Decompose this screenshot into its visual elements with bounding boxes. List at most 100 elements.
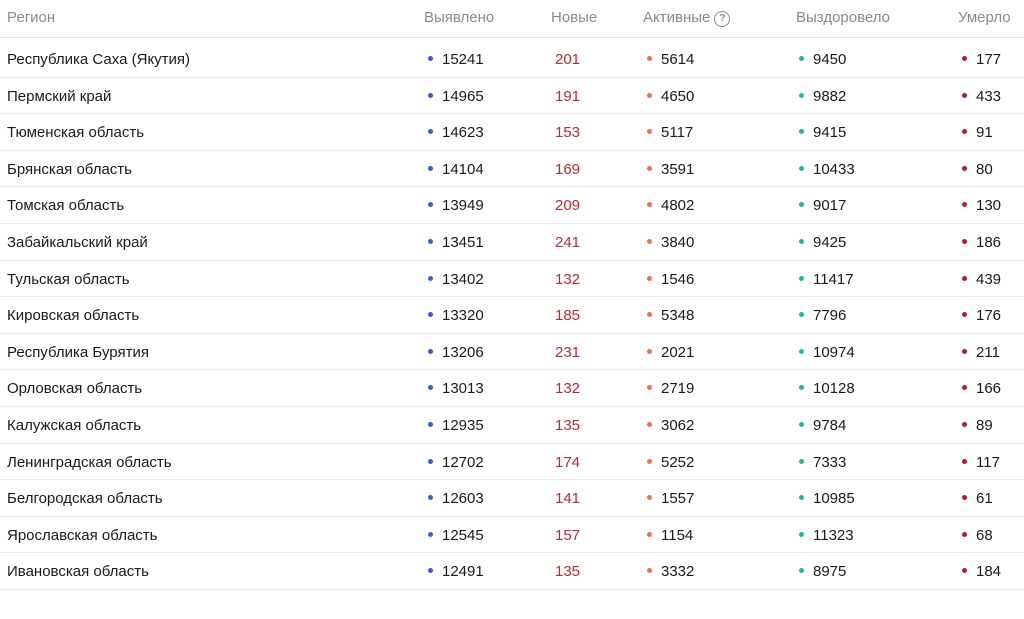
cell-recovered: 9784 [799, 417, 846, 434]
cell-active: 2021 [647, 344, 694, 361]
active-dot-icon [647, 129, 652, 135]
recovered-value: 9425 [813, 233, 847, 251]
died-dot-icon [962, 385, 967, 391]
cell-recovered: 9450 [799, 51, 846, 68]
table-row[interactable]: Кировская область 13320 185 5348 7796 176 [0, 297, 1024, 334]
table-row[interactable]: Тюменская область 14623 153 5117 9415 91 [0, 114, 1024, 151]
recovered-value: 7796 [813, 307, 847, 325]
active-dot-icon [647, 348, 652, 354]
died-dot-icon [962, 458, 967, 464]
found-dot-icon [428, 165, 433, 171]
cell-new: 135 [555, 563, 581, 581]
region-name: Забайкальский край [7, 233, 148, 251]
cell-recovered: 7796 [799, 307, 846, 324]
table-header: Регион Выявлено Новые Активные? Выздоров… [0, 0, 1024, 38]
died-value: 166 [976, 380, 1002, 398]
died-dot-icon [962, 165, 967, 171]
region-name: Томская область [7, 197, 125, 215]
found-dot-icon [428, 495, 433, 501]
header-new[interactable]: Новые [551, 9, 597, 27]
table-row[interactable]: Ивановская область 12491 135 3332 8975 184 [0, 553, 1024, 590]
cell-found: 14965 [428, 88, 484, 105]
cell-died: 117 [962, 454, 1000, 471]
active-value: 1154 [661, 526, 694, 544]
died-value: 176 [976, 307, 1002, 325]
found-dot-icon [428, 56, 433, 61]
table-row[interactable]: Калужская область 12935 135 3062 9784 89 [0, 407, 1024, 444]
found-value: 13013 [442, 380, 484, 398]
cell-recovered: 10128 [799, 380, 855, 397]
cell-recovered: 10433 [799, 161, 855, 178]
cell-recovered: 9017 [799, 197, 846, 214]
table-row[interactable]: Тульская область 13402 132 1546 11417 439 [0, 261, 1024, 298]
active-dot-icon [647, 56, 652, 61]
cell-died: 211 [962, 344, 1000, 361]
table-row[interactable]: Забайкальский край 13451 241 3840 9425 186 [0, 224, 1024, 261]
found-value: 13206 [442, 343, 484, 361]
found-dot-icon [428, 238, 433, 244]
died-dot-icon [962, 202, 967, 208]
table-row[interactable]: Брянская область 14104 169 3591 10433 80 [0, 151, 1024, 188]
cell-recovered: 8975 [799, 563, 846, 580]
recovered-value: 9450 [813, 51, 847, 68]
header-region[interactable]: Регион [7, 9, 55, 27]
cell-found: 13949 [428, 197, 484, 214]
cell-died: 68 [962, 527, 993, 544]
cell-died: 439 [962, 271, 1001, 288]
died-value: 117 [976, 453, 1000, 471]
table-row[interactable]: Пермский край 14965 191 4650 9882 433 [0, 78, 1024, 115]
active-dot-icon [647, 421, 652, 427]
cell-recovered: 9882 [799, 88, 846, 105]
header-died[interactable]: Умерло [958, 9, 1011, 27]
cell-found: 13013 [428, 380, 484, 397]
table-row[interactable]: Орловская область 13013 132 2719 10128 166 [0, 370, 1024, 407]
cell-active: 1546 [647, 271, 694, 288]
region-name: Тульская область [7, 270, 130, 288]
recovered-value: 10974 [813, 343, 855, 361]
active-value: 1546 [661, 270, 695, 288]
table-row[interactable]: Республика Бурятия 13206 231 2021 10974 211 [0, 334, 1024, 371]
table-row[interactable]: Республика Саха (Якутия) 15241 201 5614 9450… [0, 41, 1024, 78]
active-dot-icon [647, 495, 652, 501]
region-name: Ивановская область [7, 563, 149, 581]
cell-found: 13320 [428, 307, 484, 324]
recovered-value: 10985 [813, 490, 855, 508]
table-row[interactable]: Томская область 13949 209 4802 9017 130 [0, 187, 1024, 224]
table-row[interactable]: Ярославская область 12545 157 1154 11323 68 [0, 517, 1024, 554]
cell-new: 153 [555, 124, 581, 142]
cell-found: 13402 [428, 271, 484, 288]
table-row[interactable]: Ленинградская область 12702 174 5252 7333 117 [0, 444, 1024, 481]
found-value: 12545 [442, 526, 484, 544]
header-found[interactable]: Выявлено [424, 9, 494, 27]
recovered-dot-icon [799, 531, 804, 537]
region-name: Калужская область [7, 416, 142, 434]
table-body: Республика Саха (Якутия) 15241 201 5614 9450… [0, 41, 1024, 590]
cell-recovered: 11323 [799, 527, 854, 544]
recovered-dot-icon [799, 56, 804, 61]
cell-active: 5252 [647, 454, 694, 471]
recovered-dot-icon [799, 312, 804, 318]
region-name: Республика Бурятия [7, 343, 149, 361]
active-dot-icon [647, 202, 652, 208]
regions-table: Регион Выявлено Новые Активные? Выздоров… [0, 0, 1024, 619]
died-dot-icon [962, 421, 967, 427]
recovered-dot-icon [799, 458, 804, 464]
recovered-dot-icon [799, 495, 804, 501]
table-row[interactable]: Белгородская область 12603 141 1557 10985 61 [0, 480, 1024, 517]
found-dot-icon [428, 531, 433, 537]
header-active-wrap[interactable]: Активные? [643, 9, 731, 27]
cell-new: 209 [555, 197, 581, 215]
active-value: 3062 [661, 416, 695, 434]
help-icon[interactable]: ? [714, 11, 731, 27]
died-dot-icon [962, 495, 967, 501]
recovered-dot-icon [799, 92, 804, 98]
cell-died: 91 [962, 124, 993, 141]
died-value: 130 [976, 197, 1002, 215]
header-active[interactable]: Активные [643, 9, 710, 26]
cell-new: 135 [555, 416, 581, 434]
active-value: 2719 [661, 380, 695, 398]
active-value: 5614 [661, 51, 695, 68]
header-recovered[interactable]: Выздоровело [796, 9, 890, 27]
cell-died: 184 [962, 563, 1001, 580]
region-name: Орловская область [7, 380, 143, 398]
